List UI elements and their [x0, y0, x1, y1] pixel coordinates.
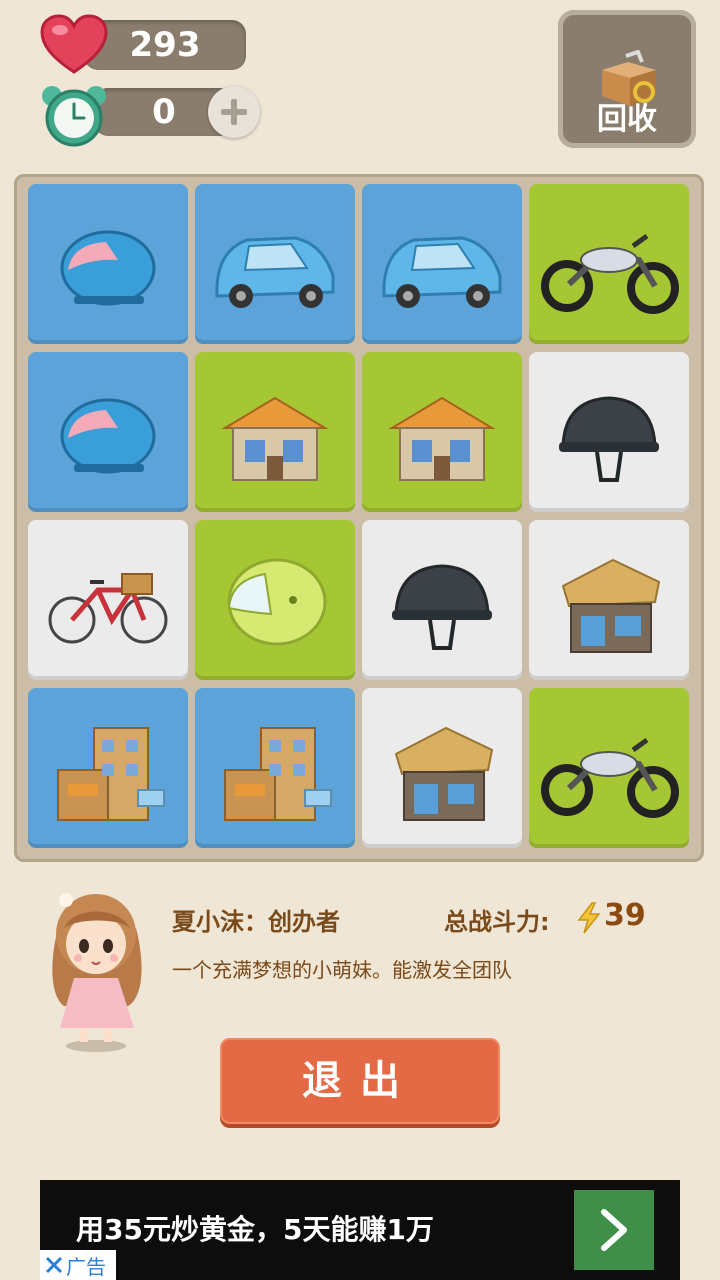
- ad-label: 广告: [66, 1254, 106, 1279]
- shop-icon: [394, 726, 494, 821]
- power-value: 39: [604, 898, 646, 933]
- house-icon: [388, 396, 496, 481]
- ad-open-button[interactable]: [574, 1190, 654, 1270]
- board-tile-motorcycle[interactable]: [529, 688, 689, 848]
- exit-button[interactable]: 退出: [220, 1038, 500, 1124]
- lightning-icon: [577, 902, 601, 934]
- close-icon[interactable]: [44, 1255, 64, 1275]
- board-tile-shop[interactable]: [362, 688, 522, 848]
- motorcycle-icon: [541, 233, 679, 314]
- heart-icon: [40, 14, 108, 74]
- ad-banner[interactable]: 用35元炒黄金，5天能赚1万 广告: [40, 1180, 680, 1280]
- board-tile-motorcycle[interactable]: [529, 184, 689, 344]
- yellow-helmet-icon: [227, 558, 327, 646]
- alarm-clock-icon: [42, 86, 106, 147]
- board-tile-building[interactable]: [195, 688, 355, 848]
- shop-icon: [561, 558, 661, 653]
- character-name-title: 夏小沫：创办者: [172, 908, 340, 936]
- board-tile-blue-car[interactable]: [362, 184, 522, 344]
- hearts-counter: 293: [84, 20, 246, 70]
- board-tile-red-bicycle[interactable]: [28, 520, 188, 680]
- blue-motorcycle-helmet-icon: [60, 398, 156, 474]
- character-avatar: [52, 893, 142, 1052]
- board-tile-house[interactable]: [195, 352, 355, 512]
- power-label: 总战斗力:: [444, 908, 550, 936]
- chevron-right-icon: [601, 1209, 627, 1251]
- board-tile-yellow-helmet[interactable]: [195, 520, 355, 680]
- blue-car-icon: [382, 236, 502, 308]
- board-tile-black-helmet[interactable]: [529, 352, 689, 512]
- board-tile-building[interactable]: [28, 688, 188, 848]
- blue-car-icon: [215, 236, 335, 308]
- blue-motorcycle-helmet-icon: [60, 230, 156, 306]
- black-helmet-icon: [392, 564, 492, 650]
- house-icon: [221, 396, 329, 481]
- motorcycle-icon: [541, 737, 679, 818]
- game-board: [14, 174, 704, 862]
- board-tile-blue-motorcycle-helmet[interactable]: [28, 184, 188, 344]
- board-tile-blue-motorcycle-helmet[interactable]: [28, 352, 188, 512]
- ad-text: 用35元炒黄金，5天能赚1万: [76, 1213, 434, 1246]
- board-tile-shop[interactable]: [529, 520, 689, 680]
- ad-tag: 广告: [40, 1250, 116, 1280]
- black-helmet-icon: [559, 396, 659, 482]
- board-tile-blue-car[interactable]: [195, 184, 355, 344]
- add-time-button[interactable]: [208, 86, 260, 138]
- board-tile-black-helmet[interactable]: [362, 520, 522, 680]
- recycle-button[interactable]: 回收: [558, 10, 696, 148]
- plus-icon: [221, 99, 247, 125]
- red-bicycle-icon: [48, 573, 168, 644]
- building-icon: [57, 727, 165, 821]
- character-description: 一个充满梦想的小萌妹。能激发全团队: [172, 958, 512, 982]
- board-tile-house[interactable]: [362, 352, 522, 512]
- recycle-label: 回收: [597, 102, 657, 137]
- building-icon: [224, 727, 332, 821]
